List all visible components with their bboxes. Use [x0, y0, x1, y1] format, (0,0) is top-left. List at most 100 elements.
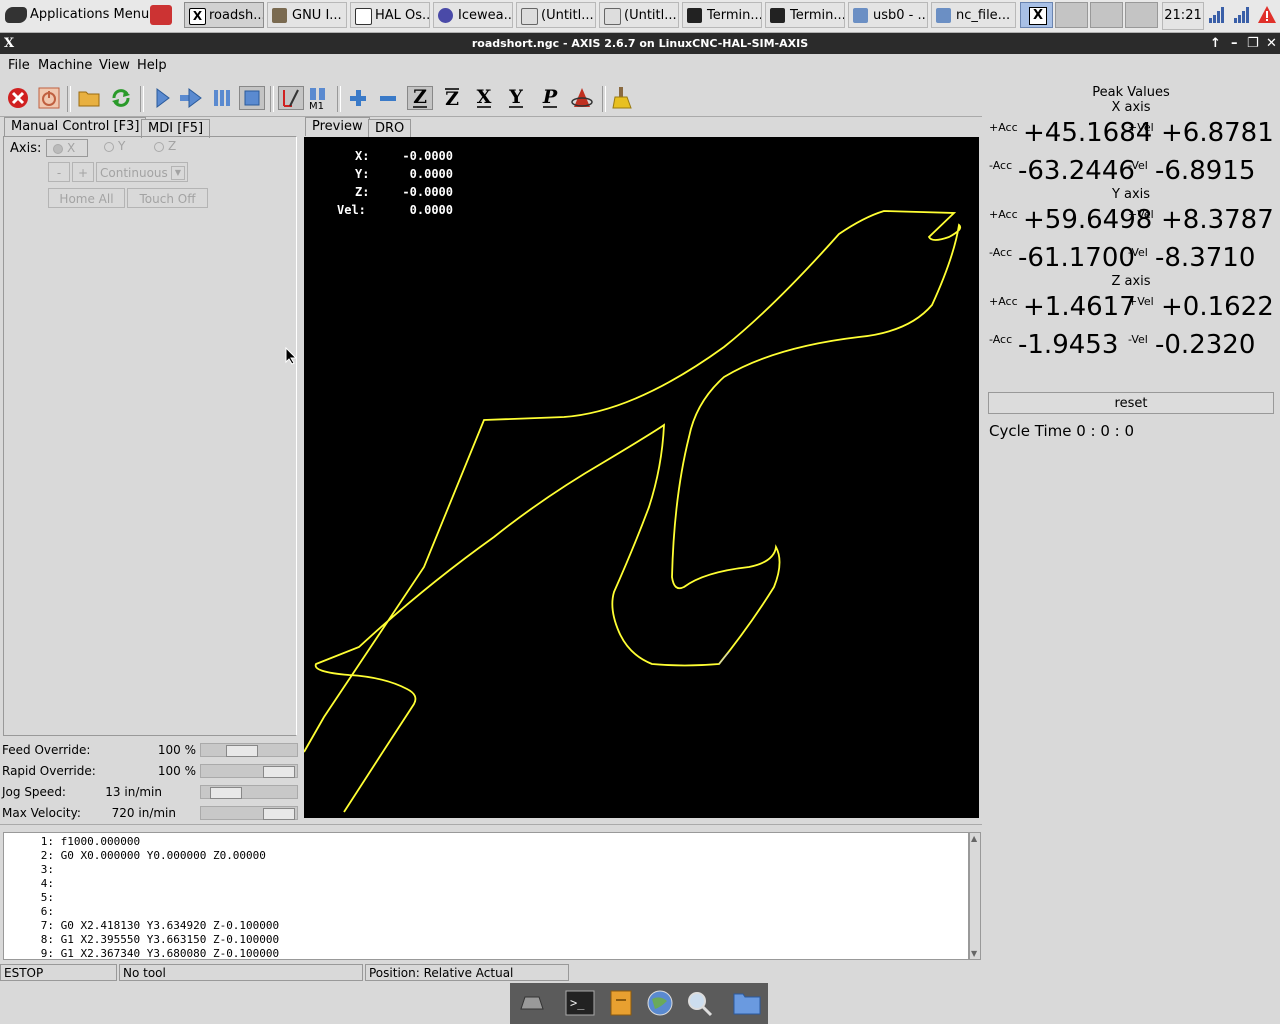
estop-button[interactable]	[5, 86, 31, 110]
applications-menu[interactable]: Applications Menu	[0, 2, 149, 28]
gcode-scrollbar[interactable]: ▲ ▼	[969, 832, 981, 960]
rapid-override-value: 100 %	[157, 764, 196, 778]
view-z-button[interactable]: Z	[407, 86, 433, 110]
workspace-1[interactable]: X	[1020, 2, 1053, 28]
feed-override-slider[interactable]	[200, 743, 298, 757]
open-file-button[interactable]	[76, 86, 102, 110]
shade-icon[interactable]: ↑	[1210, 33, 1221, 54]
web-browser-icon[interactable]	[645, 989, 675, 1017]
scroll-up-icon[interactable]: ▲	[971, 834, 977, 843]
menu-file[interactable]: File	[8, 58, 30, 73]
menu-help[interactable]: Help	[137, 58, 167, 73]
rapid-override-row: Rapid Override: 100 %	[2, 761, 298, 781]
toolpath-preview[interactable]: X: -0.0000 Y: 0.0000 Z: -0.0000 Vel: 0.0…	[304, 137, 979, 818]
gcode-line[interactable]: 8: G1 X2.395550 Y3.663150 Z-0.100000	[4, 933, 279, 946]
gcode-line[interactable]: 7: G0 X2.418130 Y3.634920 Z-0.100000	[4, 919, 279, 932]
task-nc-files[interactable]: nc_file...	[931, 2, 1016, 28]
task-untitled-1[interactable]: (Untitl...	[516, 2, 596, 28]
menu-view[interactable]: View	[99, 58, 130, 73]
zoom-out-button[interactable]	[375, 86, 401, 110]
task-roadshort[interactable]: Xroadsh...	[184, 2, 264, 28]
pvel-label: +Vel	[1128, 295, 1154, 308]
warning-icon[interactable]	[1257, 5, 1277, 25]
close-icon[interactable]: ✕	[1266, 33, 1277, 54]
axis-z-radio[interactable]: Z	[154, 139, 176, 153]
logout-icon[interactable]	[150, 5, 172, 25]
task-hal[interactable]: HAL Os...	[350, 2, 430, 28]
touch-off-button[interactable]: Touch Off	[127, 188, 208, 208]
folder-icon[interactable]	[732, 989, 762, 1017]
clock[interactable]: 21:21	[1162, 2, 1204, 30]
task-terminal-1[interactable]: Termin...	[682, 2, 762, 28]
pacc-label: +Acc	[989, 208, 1018, 221]
search-icon[interactable]	[685, 989, 715, 1017]
jog-increment-select[interactable]: Continuous ▼	[96, 162, 188, 182]
tab-manual-control[interactable]: Manual Control [F3]	[4, 117, 147, 136]
gcode-line[interactable]: 9: G1 X2.367340 Y3.680080 Z-0.100000	[4, 947, 279, 960]
jog-plus-button[interactable]: +	[72, 162, 94, 182]
view-p-button[interactable]: P	[537, 86, 563, 110]
terminal-icon[interactable]: >_	[565, 989, 595, 1017]
reset-button[interactable]: reset	[988, 392, 1274, 414]
view-z2-button[interactable]: Z	[439, 86, 465, 110]
clear-plot-button[interactable]	[610, 86, 636, 110]
tab-preview[interactable]: Preview	[305, 117, 370, 136]
step-button[interactable]	[178, 86, 204, 110]
reload-icon	[112, 89, 130, 107]
rotate-button[interactable]	[569, 86, 595, 110]
reload-button[interactable]	[108, 86, 134, 110]
workspace-3[interactable]	[1090, 2, 1123, 28]
window-titlebar[interactable]: X roadshort.ngc - AXIS 2.6.7 on LinuxCNC…	[0, 33, 1280, 54]
task-untitled-2[interactable]: (Untitl...	[599, 2, 679, 28]
max-velocity-slider[interactable]	[200, 806, 298, 820]
scroll-down-icon[interactable]: ▼	[971, 949, 977, 958]
mouse-cursor-icon	[285, 346, 298, 369]
zoom-in-button[interactable]	[345, 86, 371, 110]
machine-power-button[interactable]	[36, 86, 62, 110]
menu-machine[interactable]: Machine	[38, 58, 92, 73]
pane-sash[interactable]	[0, 824, 982, 831]
block-delete-button[interactable]	[278, 86, 304, 110]
home-all-button[interactable]: Home All	[48, 188, 125, 208]
pause-icon	[214, 90, 230, 106]
gcode-line[interactable]: 6:	[4, 905, 61, 918]
stop-button[interactable]	[239, 86, 265, 110]
show-desktop-icon[interactable]	[517, 989, 547, 1017]
rapid-override-slider[interactable]	[200, 764, 298, 778]
task-usb0[interactable]: usb0 - ...	[848, 2, 928, 28]
view-x-button[interactable]: X	[471, 86, 497, 110]
maximize-icon[interactable]: ❐	[1247, 33, 1259, 54]
gcode-line[interactable]: 5:	[4, 891, 61, 904]
workspace-2[interactable]	[1055, 2, 1088, 28]
x-nvel-value: -6.8915	[1155, 156, 1256, 186]
status-estop: ESTOP	[0, 964, 117, 981]
network-icon[interactable]	[1208, 6, 1226, 24]
slider-thumb[interactable]	[226, 745, 258, 757]
jog-speed-slider[interactable]	[200, 785, 298, 799]
gcode-line[interactable]: 4:	[4, 877, 61, 890]
workspace-4[interactable]	[1125, 2, 1158, 28]
slider-thumb[interactable]	[263, 766, 295, 778]
jog-minus-button[interactable]: -	[48, 162, 70, 182]
optional-stop-button[interactable]: M1	[306, 86, 332, 110]
task-iceweasel[interactable]: Icewea...	[433, 2, 513, 28]
axis-y-radio[interactable]: Y	[104, 139, 125, 153]
gcode-line[interactable]: 3:	[4, 863, 61, 876]
signal-icon[interactable]	[1233, 6, 1251, 24]
view-y-button[interactable]: Y	[503, 86, 529, 110]
slider-thumb[interactable]	[210, 787, 242, 799]
step-icon	[180, 88, 202, 108]
gcode-listing[interactable]: 1: f1000.000000 2: G0 X0.000000 Y0.00000…	[3, 832, 969, 960]
run-button[interactable]	[149, 86, 175, 110]
task-terminal-2[interactable]: Termin...	[765, 2, 845, 28]
window-menu-icon[interactable]: X	[4, 33, 14, 54]
task-gnu[interactable]: GNU I...	[267, 2, 347, 28]
pause-button[interactable]	[209, 86, 235, 110]
axis-x-radio[interactable]: X	[46, 139, 88, 157]
tab-dro[interactable]: DRO	[368, 119, 412, 138]
file-manager-icon[interactable]	[606, 989, 636, 1017]
gcode-line[interactable]: 1: f1000.000000	[4, 835, 140, 848]
gcode-line[interactable]: 2: G0 X0.000000 Y0.000000 Z0.00000	[4, 849, 266, 862]
slider-thumb[interactable]	[263, 808, 295, 820]
minimize-icon[interactable]: –	[1231, 33, 1238, 54]
